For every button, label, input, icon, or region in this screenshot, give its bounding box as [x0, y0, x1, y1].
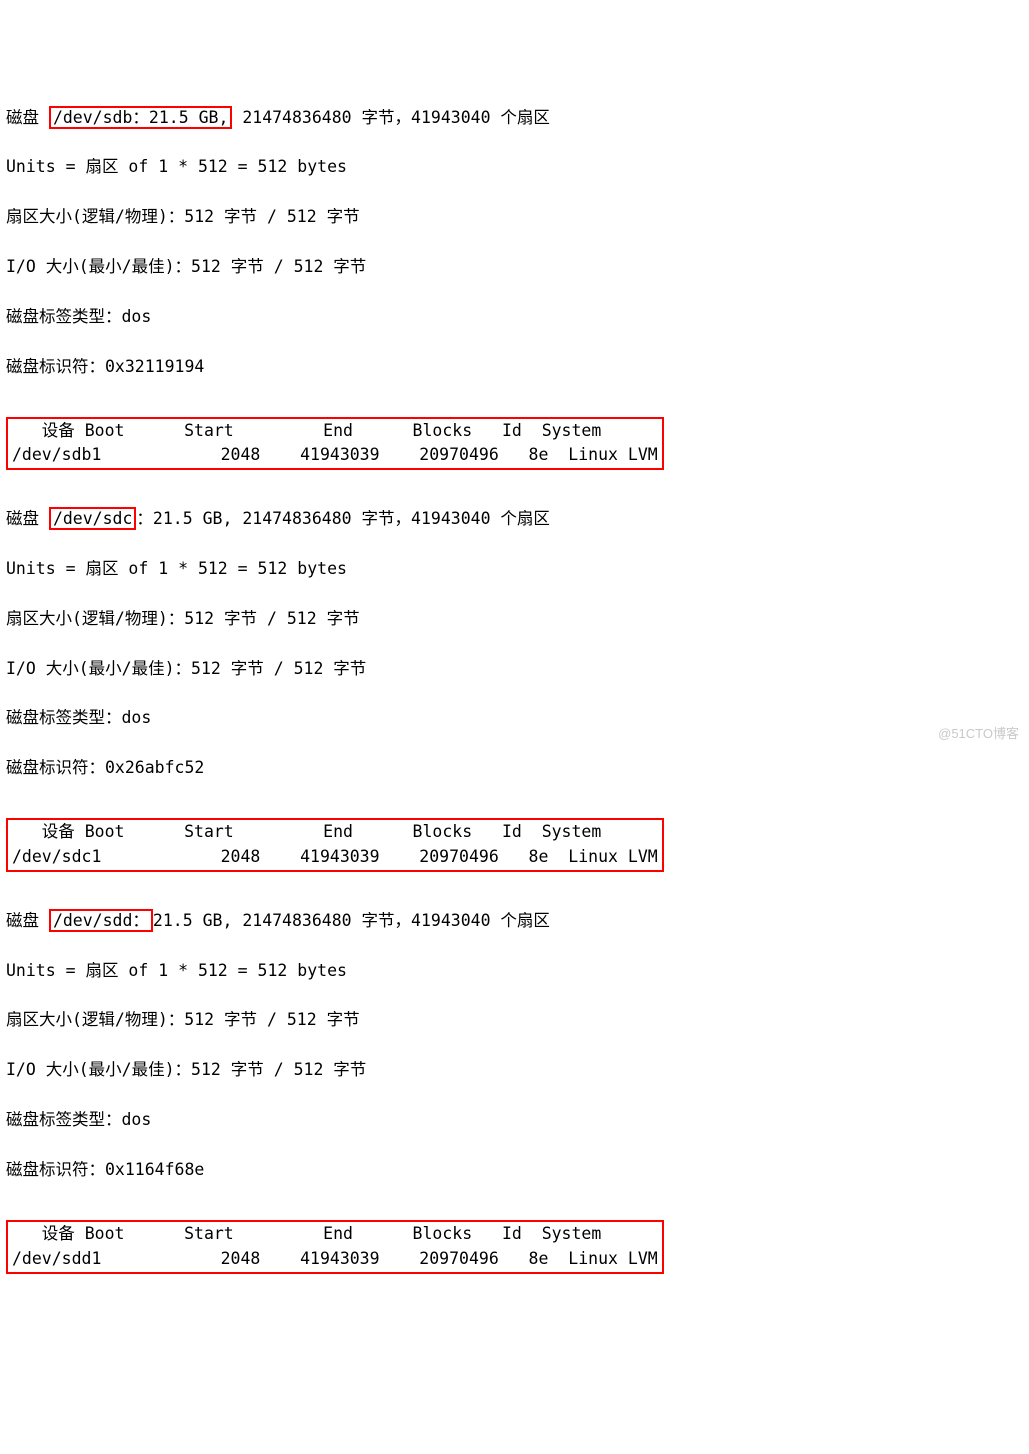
io-line: I/O 大小(最小/最佳)：512 字节 / 512 字节 [6, 1058, 1023, 1083]
disk-sdd-line: 磁盘 /dev/sdd：21.5 GB, 21474836480 字节，4194… [6, 909, 1023, 934]
table-row: /dev/sdb1 2048 41943039 20970496 8e Linu… [12, 443, 658, 468]
sector-line: 扇区大小(逻辑/物理)：512 字节 / 512 字节 [6, 607, 1023, 632]
table-header: 设备 Boot Start End Blocks Id System [12, 820, 658, 845]
table-row: /dev/sdc1 2048 41943039 20970496 8e Linu… [12, 845, 658, 870]
diskid-line: 磁盘标识符：0x26abfc52 [6, 756, 1023, 781]
label-line: 磁盘标签类型：dos [6, 1108, 1023, 1133]
highlight-sdb: /dev/sdb：21.5 GB, [49, 106, 232, 129]
sector-line: 扇区大小(逻辑/物理)：512 字节 / 512 字节 [6, 1008, 1023, 1033]
diskid-line: 磁盘标识符：0x32119194 [6, 355, 1023, 380]
watermark: @51CTO博客 [938, 724, 1019, 744]
disk-sdb-line: 磁盘 /dev/sdb：21.5 GB, 21474836480 字节，4194… [6, 106, 1023, 131]
io-line: I/O 大小(最小/最佳)：512 字节 / 512 字节 [6, 255, 1023, 280]
highlight-sdc: /dev/sdc [49, 507, 136, 530]
partition-table-sdd: 设备 Boot Start End Blocks Id System/dev/s… [6, 1220, 664, 1274]
units-line: Units = 扇区 of 1 * 512 = 512 bytes [6, 959, 1023, 984]
units-line: Units = 扇区 of 1 * 512 = 512 bytes [6, 155, 1023, 180]
partition-table-sdc: 设备 Boot Start End Blocks Id System/dev/s… [6, 818, 664, 872]
table-header: 设备 Boot Start End Blocks Id System [12, 1222, 658, 1247]
units-line: Units = 扇区 of 1 * 512 = 512 bytes [6, 557, 1023, 582]
disk-sdc-line: 磁盘 /dev/sdc：21.5 GB, 21474836480 字节，4194… [6, 507, 1023, 532]
sector-line: 扇区大小(逻辑/物理)：512 字节 / 512 字节 [6, 205, 1023, 230]
partition-table-sdb: 设备 Boot Start End Blocks Id System/dev/s… [6, 417, 664, 471]
label-line: 磁盘标签类型：dos [6, 706, 1023, 731]
io-line: I/O 大小(最小/最佳)：512 字节 / 512 字节 [6, 657, 1023, 682]
label-line: 磁盘标签类型：dos [6, 305, 1023, 330]
highlight-sdd: /dev/sdd： [49, 909, 153, 932]
table-header: 设备 Boot Start End Blocks Id System [12, 419, 658, 444]
table-row: /dev/sdd1 2048 41943039 20970496 8e Linu… [12, 1247, 658, 1272]
diskid-line: 磁盘标识符：0x1164f68e [6, 1158, 1023, 1183]
